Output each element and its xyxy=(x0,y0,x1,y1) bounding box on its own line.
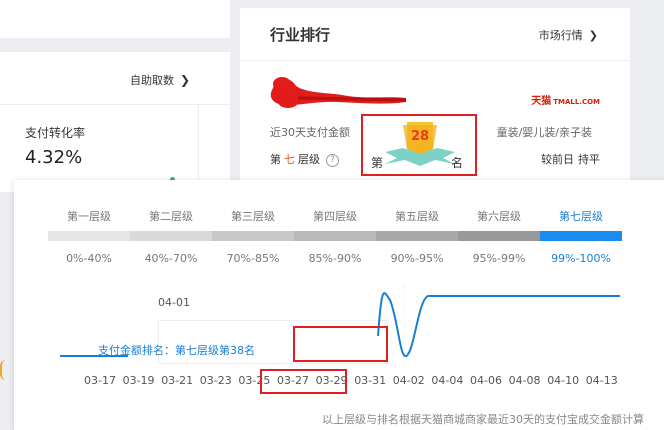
level-name: 第三层级 xyxy=(231,210,275,223)
industry-ranking-card: 行业排行 市场行情 ❯ 天猫 TMALL.COM 近30天支付金额 童装/婴儿装/亲… xyxy=(240,8,630,188)
level-bar xyxy=(48,231,130,241)
conversion-panel xyxy=(8,105,198,185)
conversion-label: 支付转化率 xyxy=(25,126,86,140)
level-number: 七 xyxy=(284,153,295,166)
rank-number: 28 xyxy=(410,129,430,144)
rank-badge-icon xyxy=(385,122,455,166)
level-indicator: 第七层级? xyxy=(270,151,339,167)
rank-trend-chart: 04-01 支付金额排名：第七层级第38名 03-17 03-19 03-21 03-… xyxy=(48,280,658,400)
tmall-logo: 天猫 TMALL.COM xyxy=(531,96,600,107)
x-tick-label: 04-13 xyxy=(585,374,618,387)
x-tick-label: 04-10 xyxy=(547,374,580,387)
x-tick-label: 03-21 xyxy=(161,374,194,387)
level-bar xyxy=(376,231,458,241)
level-5: 第五层级 90%-95% xyxy=(376,208,458,265)
level-bar xyxy=(540,231,622,241)
level-name: 第一层级 xyxy=(67,210,111,223)
level-bar xyxy=(130,231,212,241)
level-name: 第五层级 xyxy=(395,210,439,223)
self-fetch-label: 自助取数 xyxy=(130,74,174,87)
trend-line-segment xyxy=(377,292,620,358)
level-name: 第二层级 xyxy=(149,210,193,223)
conversion-value: 4.32% xyxy=(25,147,83,168)
help-icon[interactable]: ? xyxy=(326,153,339,167)
level-4: 第四层级 85%-90% xyxy=(294,208,376,265)
divider xyxy=(240,60,630,61)
x-tick-label: 04-08 xyxy=(508,374,541,387)
level-range: 40%-70% xyxy=(144,252,198,265)
level-3: 第三层级 70%-85% xyxy=(212,208,294,265)
tooltip-text: 支付金额排名：第七层级第38名 xyxy=(98,344,255,357)
level-bar xyxy=(212,231,294,241)
level-range: 0%-40% xyxy=(66,252,112,265)
level-name: 第六层级 xyxy=(477,210,521,223)
partial-chart-icon xyxy=(0,360,12,380)
level-scale: 第一层级 0%-40% 第二层级 40%-70% 第三层级 70%-85% 第四层级 85%-… xyxy=(48,208,624,268)
store-name-redacted xyxy=(270,77,407,108)
x-tick-label: 03-23 xyxy=(199,374,232,387)
top-left-card xyxy=(0,0,230,38)
tooltip-highlight xyxy=(293,326,388,362)
market-trends-link[interactable]: 市场行情 ❯ xyxy=(539,27,598,43)
x-tick-label: 03-31 xyxy=(354,374,387,387)
compare-label: 较前日 xyxy=(541,153,574,166)
payment-period-label: 近30天支付金额 xyxy=(270,126,350,139)
level-6: 第六层级 95%-99% xyxy=(458,208,540,265)
x-tick-label: 04-04 xyxy=(431,374,464,387)
level-2: 第二层级 40%-70% xyxy=(130,208,212,265)
level-range: 90%-95% xyxy=(390,252,444,265)
ranking-detail-popover: 第一层级 0%-40% 第二层级 40%-70% 第三层级 70%-85% 第四层级 85%-… xyxy=(14,180,664,430)
divider xyxy=(198,105,199,185)
level-1: 第一层级 0%-40% xyxy=(48,208,130,265)
chevron-right-icon: ❯ xyxy=(180,73,191,87)
card-title: 行业排行 xyxy=(270,26,331,44)
x-tick-label: 04-02 xyxy=(392,374,425,387)
level-range: 70%-85% xyxy=(226,252,280,265)
market-link-label: 市场行情 xyxy=(538,29,583,42)
date-range-highlight xyxy=(260,369,347,394)
day-comparison: 较前日 持平 xyxy=(541,151,600,167)
compare-value: 持平 xyxy=(578,153,600,166)
level-range: 85%-90% xyxy=(308,252,362,265)
level-bar xyxy=(458,231,540,241)
level-bar xyxy=(294,231,376,241)
rank-suffix: 名 xyxy=(450,156,463,170)
category-label: 童装/婴儿装/亲子装 xyxy=(496,126,592,139)
level-range: 99%-100% xyxy=(551,252,611,265)
x-tick-label: 03-19 xyxy=(122,374,155,387)
footnote: 以上层级与排名根据天猫商城商家最近30天的支付宝成交金额计算 xyxy=(322,413,644,426)
x-tick-label: 03-17 xyxy=(84,374,116,387)
level-7: 第七层级 99%-100% xyxy=(540,208,622,265)
level-range: 95%-99% xyxy=(472,252,526,265)
x-tick-label: 04-06 xyxy=(470,374,502,387)
rank-highlight: 28 第 名 xyxy=(361,114,477,176)
chevron-right-icon: ❯ xyxy=(588,29,598,42)
level-name: 第四层级 xyxy=(313,210,357,223)
self-fetch-link[interactable]: 自助取数 ❯ xyxy=(130,72,190,88)
level-name: 第七层级 xyxy=(559,210,603,223)
rank-prefix: 第 xyxy=(371,156,384,170)
